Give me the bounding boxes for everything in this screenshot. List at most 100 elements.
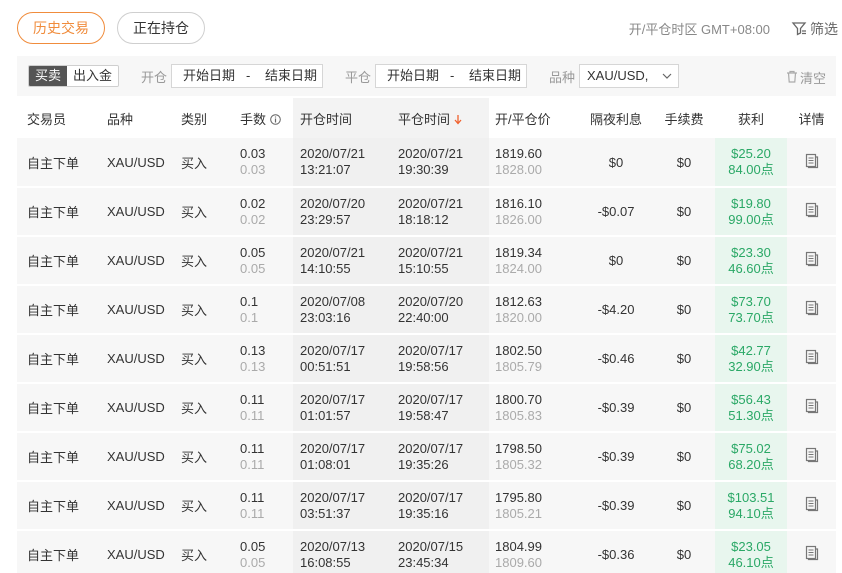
close-end-date[interactable]: 结束日期 xyxy=(469,65,521,87)
open-start-date[interactable]: 开始日期 xyxy=(183,65,235,87)
price-cell: 1802.50 1805.79 xyxy=(489,334,579,384)
profit-points: 68.20点 xyxy=(728,456,774,472)
detail-cell xyxy=(787,530,836,573)
lots-cell: 0.05 0.05 xyxy=(230,236,293,286)
clear-button[interactable]: 清空 xyxy=(786,68,826,87)
chevron-down-icon xyxy=(662,65,672,94)
detail-cell xyxy=(787,285,836,335)
direction-funds[interactable]: 出入金 xyxy=(67,66,119,86)
fee-cell: $0 xyxy=(653,334,715,384)
trader-cell: 自主下单 xyxy=(17,285,97,335)
date-separator: - xyxy=(450,68,455,83)
col-detail: 详情 xyxy=(798,111,825,127)
document-icon[interactable] xyxy=(804,398,820,417)
close-time-cell: 2020/07/20 22:40:00 xyxy=(391,285,489,335)
type-cell: 买入 xyxy=(171,334,230,384)
symbol-cell: XAU/USD xyxy=(97,383,171,433)
trader-cell: 自主下单 xyxy=(17,481,97,531)
sort-arrow-down-icon xyxy=(454,112,462,127)
tab-open-positions[interactable]: 正在持仓 xyxy=(117,12,205,44)
fee-cell: $0 xyxy=(653,383,715,433)
detail-cell xyxy=(787,383,836,433)
table-row: 自主下单 XAU/USD 买入 0.13 0.13 2020/07/17 00:51:51 2… xyxy=(17,334,836,384)
lots-closed-value: 0.13 xyxy=(240,358,266,374)
direction-trade[interactable]: 买卖 xyxy=(29,66,68,86)
profit-cell: $103.51 94.10点 xyxy=(715,481,787,531)
close-start-date[interactable]: 开始日期 xyxy=(387,65,439,87)
symbol-cell: XAU/USD xyxy=(97,334,171,384)
open-date: 2020/07/17 xyxy=(300,440,366,456)
profit-cell: $75.02 68.20点 xyxy=(715,432,787,482)
close-date: 2020/07/21 xyxy=(398,146,464,161)
trader-cell: 自主下单 xyxy=(17,187,97,237)
price-cell: 1800.70 1805.83 xyxy=(489,383,579,433)
open-time-cell: 2020/07/21 14:10:55 xyxy=(293,236,391,286)
clear-label: 清空 xyxy=(799,71,826,86)
profit-amount: $73.70 xyxy=(731,293,771,309)
open-date: 2020/07/20 xyxy=(300,195,366,211)
price-cell: 1804.99 1809.60 xyxy=(489,530,579,573)
document-icon[interactable] xyxy=(804,251,820,270)
fee-cell: $0 xyxy=(653,187,715,237)
close-date: 2020/07/17 xyxy=(398,391,464,407)
close-date: 2020/07/15 xyxy=(398,538,464,554)
price-cell: 1798.50 1805.32 xyxy=(489,432,579,482)
document-icon[interactable] xyxy=(804,300,820,319)
detail-cell xyxy=(787,481,836,531)
table-row: 自主下单 XAU/USD 买入 0.11 0.11 2020/07/17 01:01:57 2… xyxy=(17,383,836,433)
open-time: 03:51:37 xyxy=(300,505,351,521)
lots-value: 0.11 xyxy=(240,489,265,505)
profit-points: 46.60点 xyxy=(728,260,774,276)
symbol-cell: XAU/USD xyxy=(97,285,171,335)
trader-cell: 自主下单 xyxy=(17,432,97,482)
open-price: 1802.50 xyxy=(495,342,542,358)
open-price: 1812.63 xyxy=(495,293,542,309)
col-trader: 交易员 xyxy=(27,111,67,127)
close-time: 19:30:39 xyxy=(398,162,449,177)
lots-value: 0.11 xyxy=(240,440,265,456)
document-icon[interactable] xyxy=(804,202,820,221)
open-time: 01:08:01 xyxy=(300,456,351,472)
profit-points: 46.10点 xyxy=(728,554,774,570)
lots-cell: 0.02 0.02 xyxy=(230,187,293,237)
open-date-range[interactable]: 开始日期 - 结束日期 xyxy=(171,64,323,88)
document-icon[interactable] xyxy=(804,545,820,564)
open-end-date[interactable]: 结束日期 xyxy=(265,65,317,87)
lots-cell: 0.03 0.03 xyxy=(230,138,293,188)
swap-cell: -$4.20 xyxy=(579,285,653,335)
document-icon[interactable] xyxy=(804,349,820,368)
profit-points: 51.30点 xyxy=(728,407,774,423)
profit-amount: $23.30 xyxy=(731,244,771,260)
filter-button[interactable]: 筛选 xyxy=(791,19,838,39)
document-icon[interactable] xyxy=(804,447,820,466)
close-time: 22:40:00 xyxy=(398,309,449,325)
lots-closed-value: 0.03 xyxy=(240,162,266,177)
lots-closed-value: 0.11 xyxy=(240,456,265,472)
swap-cell: $0 xyxy=(579,236,653,286)
tab-history[interactable]: 历史交易 xyxy=(17,12,105,44)
table-row: 自主下单 XAU/USD 买入 0.11 0.11 2020/07/17 03:51:37 2… xyxy=(17,481,836,531)
close-time-cell: 2020/07/21 19:30:39 xyxy=(391,138,489,188)
price-cell: 1819.34 1824.00 xyxy=(489,236,579,286)
type-cell: 买入 xyxy=(171,285,230,335)
close-date-range[interactable]: 开始日期 - 结束日期 xyxy=(375,64,527,88)
document-icon[interactable] xyxy=(804,153,820,172)
open-time-cell: 2020/07/20 23:29:57 xyxy=(293,187,391,237)
close-price: 1805.79 xyxy=(495,358,542,374)
close-time-cell: 2020/07/21 15:10:55 xyxy=(391,236,489,286)
lots-value: 0.11 xyxy=(240,391,265,407)
info-icon[interactable] xyxy=(269,112,281,127)
lots-cell: 0.11 0.11 xyxy=(230,432,293,482)
col-open-time[interactable]: 开仓时间 xyxy=(293,98,391,138)
open-date: 2020/07/17 xyxy=(300,342,366,358)
col-close-time[interactable]: 平仓时间 xyxy=(391,98,489,138)
document-icon[interactable] xyxy=(804,496,820,515)
symbol-select[interactable]: XAU/USD, xyxy=(579,64,679,88)
lots-closed-value: 0.05 xyxy=(240,554,266,570)
col-fee: 手续费 xyxy=(664,111,704,127)
open-price: 1819.34 xyxy=(495,244,542,260)
table-row: 自主下单 XAU/USD 买入 0.02 0.02 2020/07/20 23:29:57 2… xyxy=(17,187,836,237)
lots-closed-value: 0.05 xyxy=(240,260,266,276)
type-cell: 买入 xyxy=(171,432,230,482)
swap-cell: -$0.46 xyxy=(579,334,653,384)
